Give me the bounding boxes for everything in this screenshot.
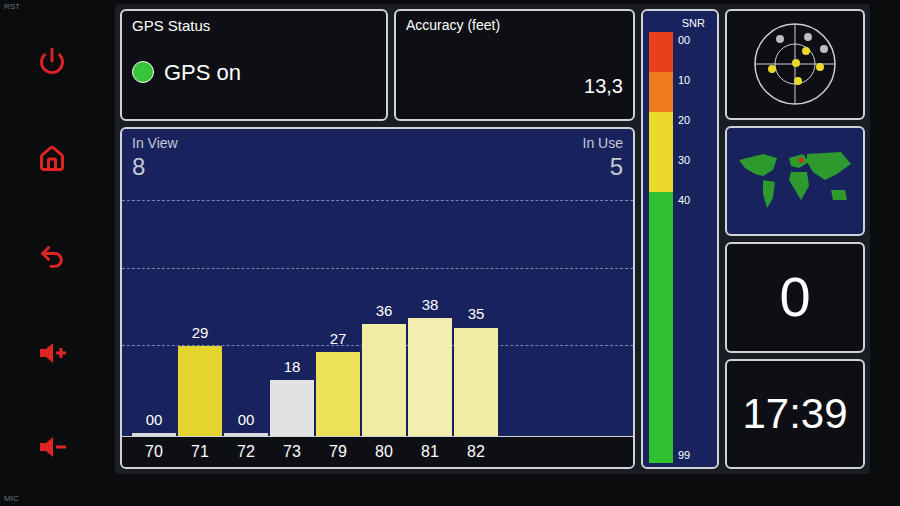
bar-reading: 35: [468, 303, 485, 326]
power-icon[interactable]: [38, 47, 66, 75]
axis-labels: 7071727379808182: [122, 436, 633, 467]
snr-segment: 40 99: [649, 192, 711, 464]
bar-reading: 18: [284, 356, 301, 379]
speed-value: 0: [779, 269, 810, 325]
head-unit: RST MIC GPS Status GPS on Accuracy (feet) 13,…: [0, 0, 900, 506]
snr-label: 10: [678, 72, 690, 89]
gps-status-text: GPS on: [164, 56, 241, 89]
speed-panel: 0: [725, 242, 865, 353]
bar-reading: 38: [422, 294, 439, 317]
clock-time: 17:39: [742, 393, 847, 435]
snr-label: 00: [678, 32, 690, 49]
snr-label: 30: [678, 152, 690, 169]
bar-reading: 00: [146, 409, 163, 432]
bar-reading: 36: [376, 300, 393, 323]
bar: [270, 380, 314, 436]
bar-column: 38: [408, 294, 452, 436]
volume-down-icon[interactable]: [38, 435, 68, 459]
accuracy-value: 13,3: [406, 71, 623, 115]
bar: [316, 352, 360, 436]
snr-label: 40: [678, 192, 690, 209]
snr-label: 20: [678, 112, 690, 129]
sky-plot: [725, 9, 865, 120]
bar: [362, 324, 406, 436]
bar-reading: 29: [192, 322, 209, 345]
prn-label: 80: [362, 440, 406, 464]
in-view-label: In View: [132, 133, 178, 154]
snr-segment: 30: [649, 152, 711, 192]
snr-scale: SNR00 10 20 30 40 99: [641, 9, 719, 469]
bezel: RST MIC: [0, 0, 112, 506]
prn-label: 79: [316, 440, 360, 464]
mic-label: MIC: [4, 494, 112, 504]
prn-label: 73: [270, 440, 314, 464]
in-use-count: 5: [610, 154, 623, 180]
bar: [132, 433, 176, 436]
right-column: 0 17:39: [725, 9, 865, 469]
snr-end-label: 99: [678, 447, 690, 464]
reset-label: RST: [4, 2, 112, 12]
volume-up-icon[interactable]: [38, 341, 68, 365]
world-map: [725, 126, 865, 237]
gps-status-title: GPS Status: [132, 15, 376, 38]
prn-label: 82: [454, 440, 498, 464]
prn-label: 71: [178, 440, 222, 464]
sky-plot-icon: [750, 19, 840, 109]
prn-label: 81: [408, 440, 452, 464]
home-icon[interactable]: [38, 145, 66, 173]
status-dot: [132, 61, 154, 83]
bar: [224, 433, 268, 436]
bar-column: 00: [224, 409, 268, 437]
bar-column: 27: [316, 328, 360, 436]
world-map-icon: [733, 146, 857, 216]
snr-segment: 20: [649, 112, 711, 152]
bar: [178, 346, 222, 436]
accuracy-title: Accuracy (feet): [406, 15, 623, 36]
bar-column: 29: [178, 322, 222, 436]
bar-column: 36: [362, 300, 406, 436]
bar-reading: 27: [330, 328, 347, 351]
left-column: GPS Status GPS on Accuracy (feet) 13,3 In Vi…: [120, 9, 635, 469]
snr-chart: In View8 In Use5 00 29 00 18 27 36 38 35 707172737…: [120, 127, 635, 469]
screen: GPS Status GPS on Accuracy (feet) 13,3 In Vi…: [115, 4, 870, 474]
prn-label: 70: [132, 440, 176, 464]
bar-column: 35: [454, 303, 498, 436]
gps-status-panel: GPS Status GPS on: [120, 9, 388, 121]
bar-reading: 00: [238, 409, 255, 432]
snr-segment: 10: [649, 72, 711, 112]
in-view-count: 8: [132, 154, 178, 180]
plot-area: 00 29 00 18 27 36 38 35: [122, 180, 633, 436]
accuracy-panel: Accuracy (feet) 13,3: [394, 9, 635, 121]
back-icon[interactable]: [38, 243, 66, 271]
prn-label: 72: [224, 440, 268, 464]
bar-column: 18: [270, 356, 314, 436]
snr-segment: 00: [649, 32, 711, 72]
in-use-label: In Use: [583, 133, 623, 154]
bar-column: 00: [132, 409, 176, 437]
snr-title: SNR: [649, 15, 711, 32]
bar: [454, 328, 498, 437]
clock-panel: 17:39: [725, 359, 865, 470]
bar: [408, 318, 452, 436]
